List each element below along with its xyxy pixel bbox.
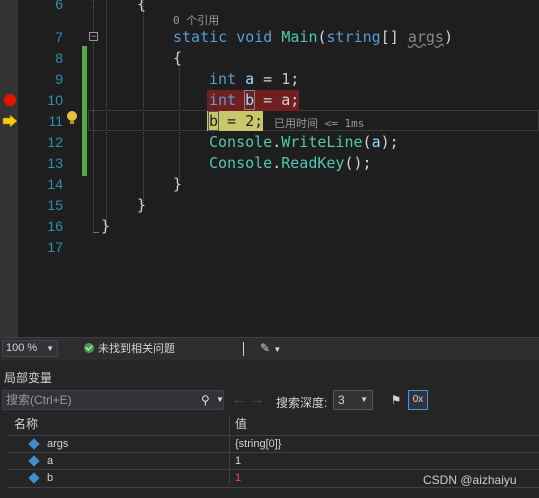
outline-end	[93, 232, 99, 233]
search-icon[interactable]: ⚲	[201, 391, 210, 409]
line-number: 6	[55, 0, 63, 12]
issues-indicator[interactable]: 未找到相关问题	[84, 341, 175, 357]
code-line-15: }	[137, 196, 147, 214]
hex-display-icon[interactable]: 0x	[408, 390, 428, 410]
column-header-value[interactable]: 值	[235, 415, 247, 433]
line-number: 13	[47, 155, 63, 171]
code-line-16: }	[101, 217, 111, 235]
chevron-down-icon: ▼	[360, 395, 368, 404]
code-cleanup-icon[interactable]: ✎ ▼	[260, 341, 281, 355]
depth-label: 搜索深度:	[276, 396, 328, 410]
collapse-toggle-icon[interactable]: −	[89, 32, 98, 41]
breakpoint-icon[interactable]	[3, 93, 17, 107]
code-line-6: {	[137, 0, 147, 13]
chevron-down-icon[interactable]: ▼	[216, 391, 224, 409]
zoom-dropdown[interactable]: 100 % ▼	[2, 340, 58, 357]
line-number: 15	[47, 197, 63, 213]
divider	[243, 342, 244, 356]
navigation-arrows[interactable]: ← →	[232, 391, 264, 407]
outline-guide	[93, 0, 94, 32]
perf-tip[interactable]: 已用时间 <= 1ms	[274, 115, 364, 131]
depth-dropdown[interactable]: 3 ▼	[333, 390, 373, 410]
variable-icon	[28, 455, 40, 467]
table-row[interactable]: a 1	[8, 452, 539, 470]
editor-status-bar: 100 % ▼ 未找到相关问题 ✎ ▼	[0, 337, 539, 360]
line-number: 9	[55, 71, 63, 87]
codelens-references[interactable]: 0 个引用	[173, 12, 219, 28]
code-line-13: Console.ReadKey();	[209, 154, 372, 172]
table-row[interactable]: args {string[0]}	[8, 435, 539, 453]
line-number: 10	[47, 92, 63, 108]
forward-arrow-icon[interactable]: →	[250, 391, 264, 407]
pin-icon[interactable]: ⚑	[387, 391, 405, 409]
code-editor[interactable]: 6 7 8 9 10 11 12 13 14 15 16 17 − { 0 个引…	[0, 0, 539, 337]
back-arrow-icon[interactable]: ←	[232, 391, 246, 407]
search-input[interactable]: 搜索(Ctrl+E) ⚲ ▼	[2, 390, 224, 410]
line-number: 7	[55, 29, 63, 45]
chevron-down-icon: ▼	[46, 344, 54, 353]
panel-title: 局部变量	[4, 371, 53, 385]
check-circle-icon	[84, 343, 94, 353]
line-number: 11	[48, 113, 63, 129]
variable-icon	[28, 438, 40, 450]
code-line-7: static void Main(string[] args)	[173, 28, 453, 46]
code-line-12: Console.WriteLine(a);	[209, 133, 399, 151]
line-number: 8	[55, 50, 63, 66]
line-number: 17	[47, 239, 63, 255]
watermark: CSDN @aizhaiyu	[423, 473, 517, 487]
code-line-9: int a = 1;	[209, 70, 300, 88]
line-number: 12	[47, 134, 63, 150]
glyph-margin[interactable]	[0, 0, 18, 337]
line-number: 16	[47, 218, 63, 234]
code-line-8: {	[173, 49, 183, 67]
outline-guide	[93, 42, 94, 232]
variable-icon	[28, 472, 40, 484]
code-line-10: int b = a;	[209, 90, 300, 110]
line-number: 14	[47, 176, 63, 192]
lightbulb-icon[interactable]	[66, 110, 78, 126]
change-indicator-bar	[82, 46, 87, 176]
current-statement-arrow-icon[interactable]	[2, 114, 18, 128]
indent-guide	[143, 0, 144, 205]
column-header-name[interactable]: 名称	[14, 415, 38, 433]
code-line-11: b = 2;	[207, 111, 264, 131]
code-line-14: }	[173, 175, 183, 193]
